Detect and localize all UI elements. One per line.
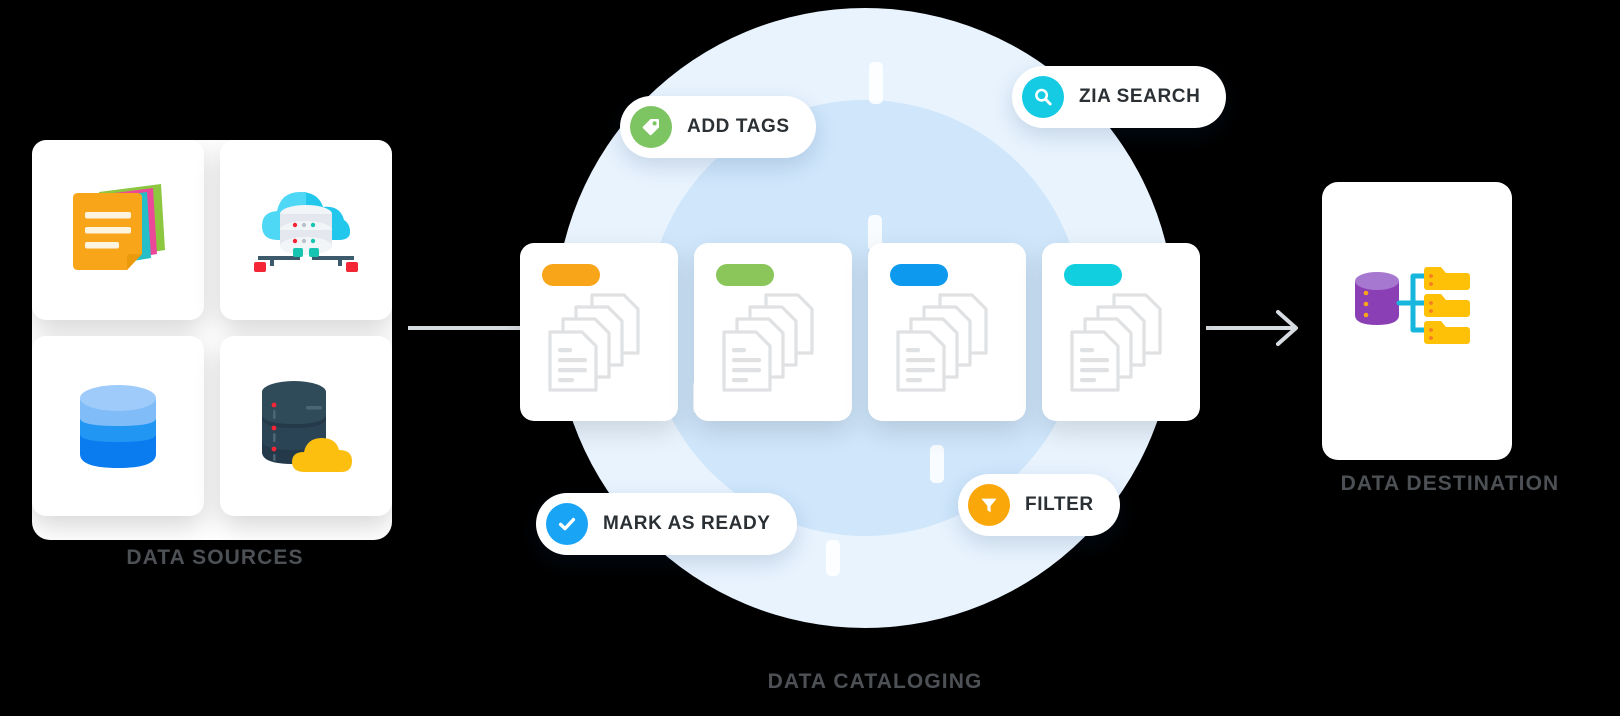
catalog-doc-cards [520, 243, 1220, 423]
server-cloud-icon [262, 381, 352, 472]
funnel-icon [968, 484, 1010, 526]
cloud-database-icon [254, 192, 358, 272]
search-icon [1022, 76, 1064, 118]
spark-decor [869, 62, 883, 104]
data-destination-label: DATA DESTINATION [1340, 472, 1560, 495]
check-glyph [558, 517, 576, 531]
check-circle-icon [546, 503, 588, 545]
spark-decor [826, 540, 840, 576]
search-glyph [1035, 88, 1052, 106]
notes-documents-icon [73, 184, 165, 270]
catalog-card[interactable] [1042, 243, 1200, 421]
tag-icon [630, 106, 672, 148]
pill-label: ZIA SEARCH [1079, 86, 1201, 107]
database-to-folders-icon [1355, 267, 1470, 344]
database-cylinder-icon [80, 385, 156, 468]
data-sources-label: DATA SOURCES [126, 546, 304, 569]
pill-add-tags[interactable]: ADD TAGS [620, 96, 816, 158]
arrow-cataloging-to-destination [1206, 310, 1298, 346]
infographic-canvas: ADD TAGS ZIA SEARCH MARK AS READY FILTER [0, 0, 1620, 716]
arrow-sources-to-cataloging [408, 326, 526, 330]
tag-orange [542, 264, 600, 286]
document-stack-icon [1070, 293, 1162, 392]
catalog-card[interactable] [694, 243, 852, 421]
data-sources-panel [32, 140, 392, 540]
pill-filter[interactable]: FILTER [958, 474, 1120, 536]
source-card-cloud-database[interactable] [220, 140, 392, 320]
data-cataloging-label: DATA CATALOGING [767, 670, 983, 693]
pill-label: FILTER [1025, 494, 1094, 515]
pill-mark-as-ready[interactable]: MARK AS READY [536, 493, 797, 555]
document-stack-icon [896, 293, 988, 392]
tag-green [716, 264, 774, 286]
tag-glyph [642, 119, 659, 136]
tag-blue [890, 264, 948, 286]
document-stack-icon [722, 293, 814, 392]
document-stack-icon [548, 293, 640, 392]
data-destination-card[interactable] [1322, 182, 1512, 460]
funnel-glyph [981, 498, 997, 513]
source-card-server-cloud[interactable] [220, 336, 392, 516]
catalog-card[interactable] [520, 243, 678, 421]
pill-label: MARK AS READY [603, 513, 771, 534]
spark-decor [930, 445, 944, 483]
catalog-card[interactable] [868, 243, 1026, 421]
pill-zia-search[interactable]: ZIA SEARCH [1012, 66, 1227, 128]
source-card-database[interactable] [32, 336, 204, 516]
tag-cyan [1064, 264, 1122, 286]
source-card-notes[interactable] [32, 140, 204, 320]
pill-label: ADD TAGS [687, 116, 790, 137]
